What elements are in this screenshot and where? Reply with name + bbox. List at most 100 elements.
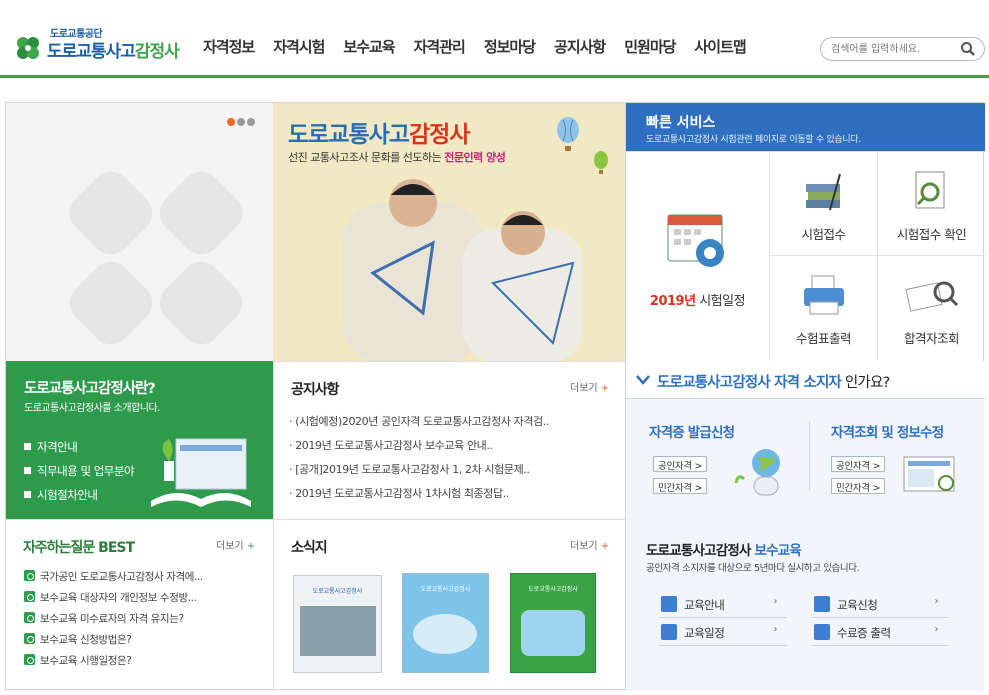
checklist-magnifier-icon (915, 171, 945, 209)
notice-more-link[interactable]: 더보기 + (570, 379, 609, 394)
faq-panel: 자주하는질문 BEST 더보기 + 국가공인 도로교통사고감정사 자격에... … (6, 519, 273, 691)
exam-registration-label: 시험접수 (801, 227, 846, 242)
intro-title: 도로교통사고감정사란? (24, 381, 156, 397)
calendar-icon (661, 624, 677, 640)
clover-logo-icon (17, 37, 39, 59)
quick-service-header: 빠른 서비스 도로교통사고감정사 시험관련 페이지로 이동할 수 있습니다. (626, 103, 985, 151)
newsletter-cover-2[interactable]: 도로교통사고감정사 (402, 573, 489, 673)
newsletter-title: 소식지 (291, 540, 328, 556)
newsletter-more-link[interactable]: 더보기 + (570, 537, 609, 552)
cover-title: 도로교통사고감정사 (420, 586, 471, 593)
arrow-right-icon: › (773, 596, 778, 607)
nav-training[interactable]: 보수교육 (343, 36, 395, 57)
quick-service-title: 빠른 서비스 (646, 115, 716, 131)
certificate-print-link[interactable]: 수료증 출력 › (812, 620, 948, 646)
training-apply-link[interactable]: 교육신청 › (812, 592, 948, 618)
cover-title: 도로교통사고감정사 (528, 586, 578, 593)
search-icon[interactable] (960, 41, 976, 57)
question-icon (24, 570, 35, 581)
slideshow-panel (6, 103, 273, 361)
exam-registration-link[interactable]: 시험접수 (769, 151, 877, 255)
exam-registration-check-link[interactable]: 시험접수 확인 (877, 151, 985, 255)
newsletter-cover-1[interactable]: 도로교통사고감정사 (293, 575, 382, 673)
site-header: 도로교통공단 도로교통사고감정사 자격정보 자격시험 보수교육 자격관리 정보마… (0, 0, 989, 78)
question-icon (24, 633, 35, 644)
logo-site-name: 도로교통사고감정사 (47, 42, 180, 62)
intro-subtitle: 도로교통사고감정사를 소개합니다. (24, 403, 160, 414)
faq-item[interactable]: 보수교육 시행일정은? (24, 653, 132, 668)
admission-ticket-print-label: 수험표출력 (795, 331, 852, 346)
intro-link-exam-procedure[interactable]: 시험절차안내 (24, 487, 98, 503)
certificate-print-label: 수료증 출력 (837, 626, 891, 640)
training-info-link[interactable]: 교육안내 › (659, 592, 787, 618)
search-input[interactable] (831, 41, 953, 57)
exam-registration-check-label: 시험접수 확인 (896, 227, 967, 242)
nav-qualification-management[interactable]: 자격관리 (414, 36, 466, 57)
admission-ticket-print-link[interactable]: 수험표출력 (769, 255, 877, 361)
lookup-private-button[interactable]: 민간자격 > (831, 478, 886, 494)
holder-question: 도로교통사고감정사 자격 소지자 인가요? (657, 375, 890, 391)
newsletter-panel: 소식지 더보기 + 도로교통사고감정사 도로교통사고감정사 도로교통사고감정사 (273, 519, 625, 691)
exam-schedule-label: 2019년 시험일정 (649, 294, 746, 309)
monitor-book-illustration (151, 438, 251, 507)
notice-item[interactable]: · 2019년 도로교통사고감정사 보수교육 안내.. (289, 437, 493, 453)
slide-indicator (227, 118, 257, 126)
main-content: 도로교통사고감정사 선진 교통사고조사 문화를 선도하는 전문인력 양성 빠른 … (5, 102, 985, 691)
issue-private-button[interactable]: 민간자격 > (653, 478, 708, 494)
nav-sitemap[interactable]: 사이트맵 (694, 36, 746, 57)
intro-panel: 도로교통사고감정사란? 도로교통사고감정사를 소개합니다. 자격안내 직무내용 … (6, 361, 273, 519)
nav-info[interactable]: 정보마당 (484, 36, 536, 57)
faq-title: 자주하는질문 BEST (23, 540, 135, 556)
training-title: 도로교통사고감정사 보수교육 (646, 543, 802, 559)
site-logo[interactable]: 도로교통공단 도로교통사고감정사 (14, 24, 189, 64)
pass-result-link[interactable]: 합격자조회 (877, 255, 985, 361)
cover-photo (521, 610, 585, 656)
certificate-panel: 도로교통사고감정사 자격 소지자 인가요? 자격증 발급신청 공인자격 > 민간… (625, 361, 985, 691)
training-apply-label: 교육신청 (837, 598, 878, 612)
intro-link-duties[interactable]: 직무내용 및 업무분야 (24, 463, 135, 479)
arrow-right-icon: › (773, 624, 778, 635)
training-schedule-link[interactable]: 교육일정 › (659, 620, 787, 646)
nav-civil[interactable]: 민원마당 (624, 36, 676, 57)
slide-dot-1[interactable] (227, 118, 235, 126)
holder-question-bar[interactable]: 도로교통사고감정사 자격 소지자 인가요? (626, 361, 985, 399)
slide-dot-3[interactable] (247, 118, 255, 126)
faq-item[interactable]: 보수교육 신청방법은? (24, 632, 132, 647)
pencil-form-icon (814, 596, 830, 612)
notice-item[interactable]: · [공개]2019년 도로교통사고감정사 1, 2차 시험문제.. (289, 461, 530, 477)
cover-photo (413, 614, 477, 654)
question-icon (24, 591, 35, 602)
exam-schedule-link[interactable]: 2019년 시험일정 (626, 151, 769, 361)
nav-exam[interactable]: 자격시험 (273, 36, 325, 57)
search-box (820, 37, 985, 61)
faq-item[interactable]: 국가공인 도로교통사고감정사 자격에... (24, 569, 203, 584)
banner-subtitle: 선진 교통사고조사 문화를 선도하는 전문인력 양성 (288, 151, 506, 164)
faq-item[interactable]: 보수교육 대상자의 개인정보 수정방... (24, 590, 197, 605)
documents-magnifier-icon (905, 281, 959, 312)
nav-qualification-info[interactable]: 자격정보 (203, 36, 255, 57)
notice-title: 공지사항 (291, 382, 340, 398)
printer-small-icon (814, 624, 830, 640)
faq-item[interactable]: 보수교육 미수료자의 자격 유지는? (24, 611, 184, 626)
banner-people-illustration (343, 179, 583, 361)
intro-link-qualification[interactable]: 자격안내 (24, 439, 78, 455)
slide-dot-2[interactable] (237, 118, 245, 126)
main-nav: 자격정보 자격시험 보수교육 자격관리 정보마당 공지사항 민원마당 사이트맵 (203, 36, 765, 57)
divider (809, 421, 810, 491)
issue-public-button[interactable]: 공인자격 > (653, 456, 708, 472)
notice-panel: 공지사항 더보기 + · (시험예정)2020년 공인자격 도로교통사고감정사 … (273, 361, 625, 519)
notice-item[interactable]: · (시험예정)2020년 공인자격 도로교통사고감정사 자격검.. (289, 413, 549, 429)
printer-icon (804, 275, 844, 315)
newsletter-cover-3[interactable]: 도로교통사고감정사 (510, 573, 596, 673)
balloon-icon (557, 117, 579, 151)
lookup-public-button[interactable]: 공인자격 > (831, 456, 886, 472)
chevron-down-icon (636, 375, 650, 385)
main-banner[interactable]: 도로교통사고감정사 선진 교통사고조사 문화를 선도하는 전문인력 양성 (273, 103, 625, 361)
training-info-label: 교육안내 (684, 598, 725, 612)
balloon-small-icon (594, 151, 608, 174)
globe-mouse-icon (734, 449, 780, 496)
question-icon (24, 654, 35, 665)
notice-item[interactable]: · 2019년 도로교통사고감정사 1차시험 최종정답.. (289, 485, 509, 501)
faq-more-link[interactable]: 더보기 + (216, 537, 255, 552)
nav-notice[interactable]: 공지사항 (554, 36, 606, 57)
